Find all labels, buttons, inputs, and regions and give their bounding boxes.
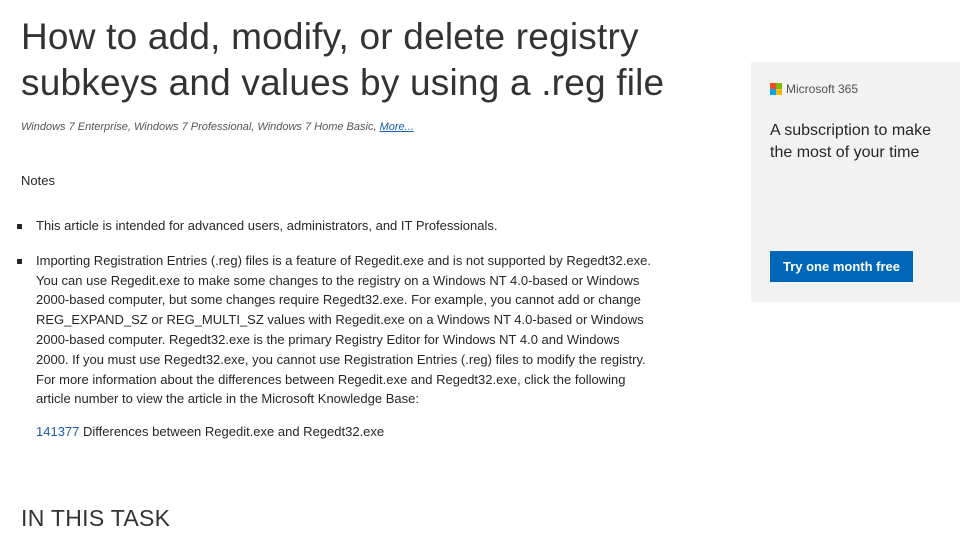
- promo-text: A subscription to make the most of your …: [770, 122, 931, 161]
- bullet-marker: [17, 224, 22, 229]
- bullet-marker: [17, 258, 22, 264]
- applies-to-products: Windows 7 Enterprise, Windows 7 Professi…: [21, 121, 377, 133]
- kb-article-title: Differences between Regedit.exe and Rege…: [79, 424, 385, 439]
- list-item-text: This article is intended for advanced us…: [36, 218, 498, 233]
- logo-square-yellow: [776, 89, 782, 95]
- kb-reference: 141377 Differences between Regedit.exe a…: [36, 424, 384, 439]
- article-page: How to add, modify, or delete registry s…: [0, 0, 970, 546]
- try-one-month-free-button[interactable]: Try one month free: [770, 251, 913, 282]
- microsoft-365-promo: Microsoft 365 A subscription to make the…: [751, 62, 960, 302]
- article-title: How to add, modify, or delete registry s…: [21, 16, 665, 103]
- microsoft-logo-icon: [770, 83, 782, 95]
- brand-name: Microsoft 365: [786, 82, 859, 96]
- notes-heading: Notes: [21, 173, 55, 188]
- list-item: Importing Registration Entries (.reg) fi…: [14, 251, 654, 409]
- notes-list: This article is intended for advanced us…: [14, 216, 654, 424]
- kb-article-link[interactable]: 141377: [36, 424, 79, 439]
- more-products-link[interactable]: More...: [380, 121, 414, 133]
- list-item-text: Importing Registration Entries (.reg) fi…: [36, 252, 651, 407]
- in-this-task-heading: IN THIS TASK: [21, 505, 171, 531]
- list-item: This article is intended for advanced us…: [14, 216, 654, 236]
- microsoft-365-logo: Microsoft 365: [770, 82, 858, 96]
- applies-to: Windows 7 Enterprise, Windows 7 Professi…: [21, 121, 414, 133]
